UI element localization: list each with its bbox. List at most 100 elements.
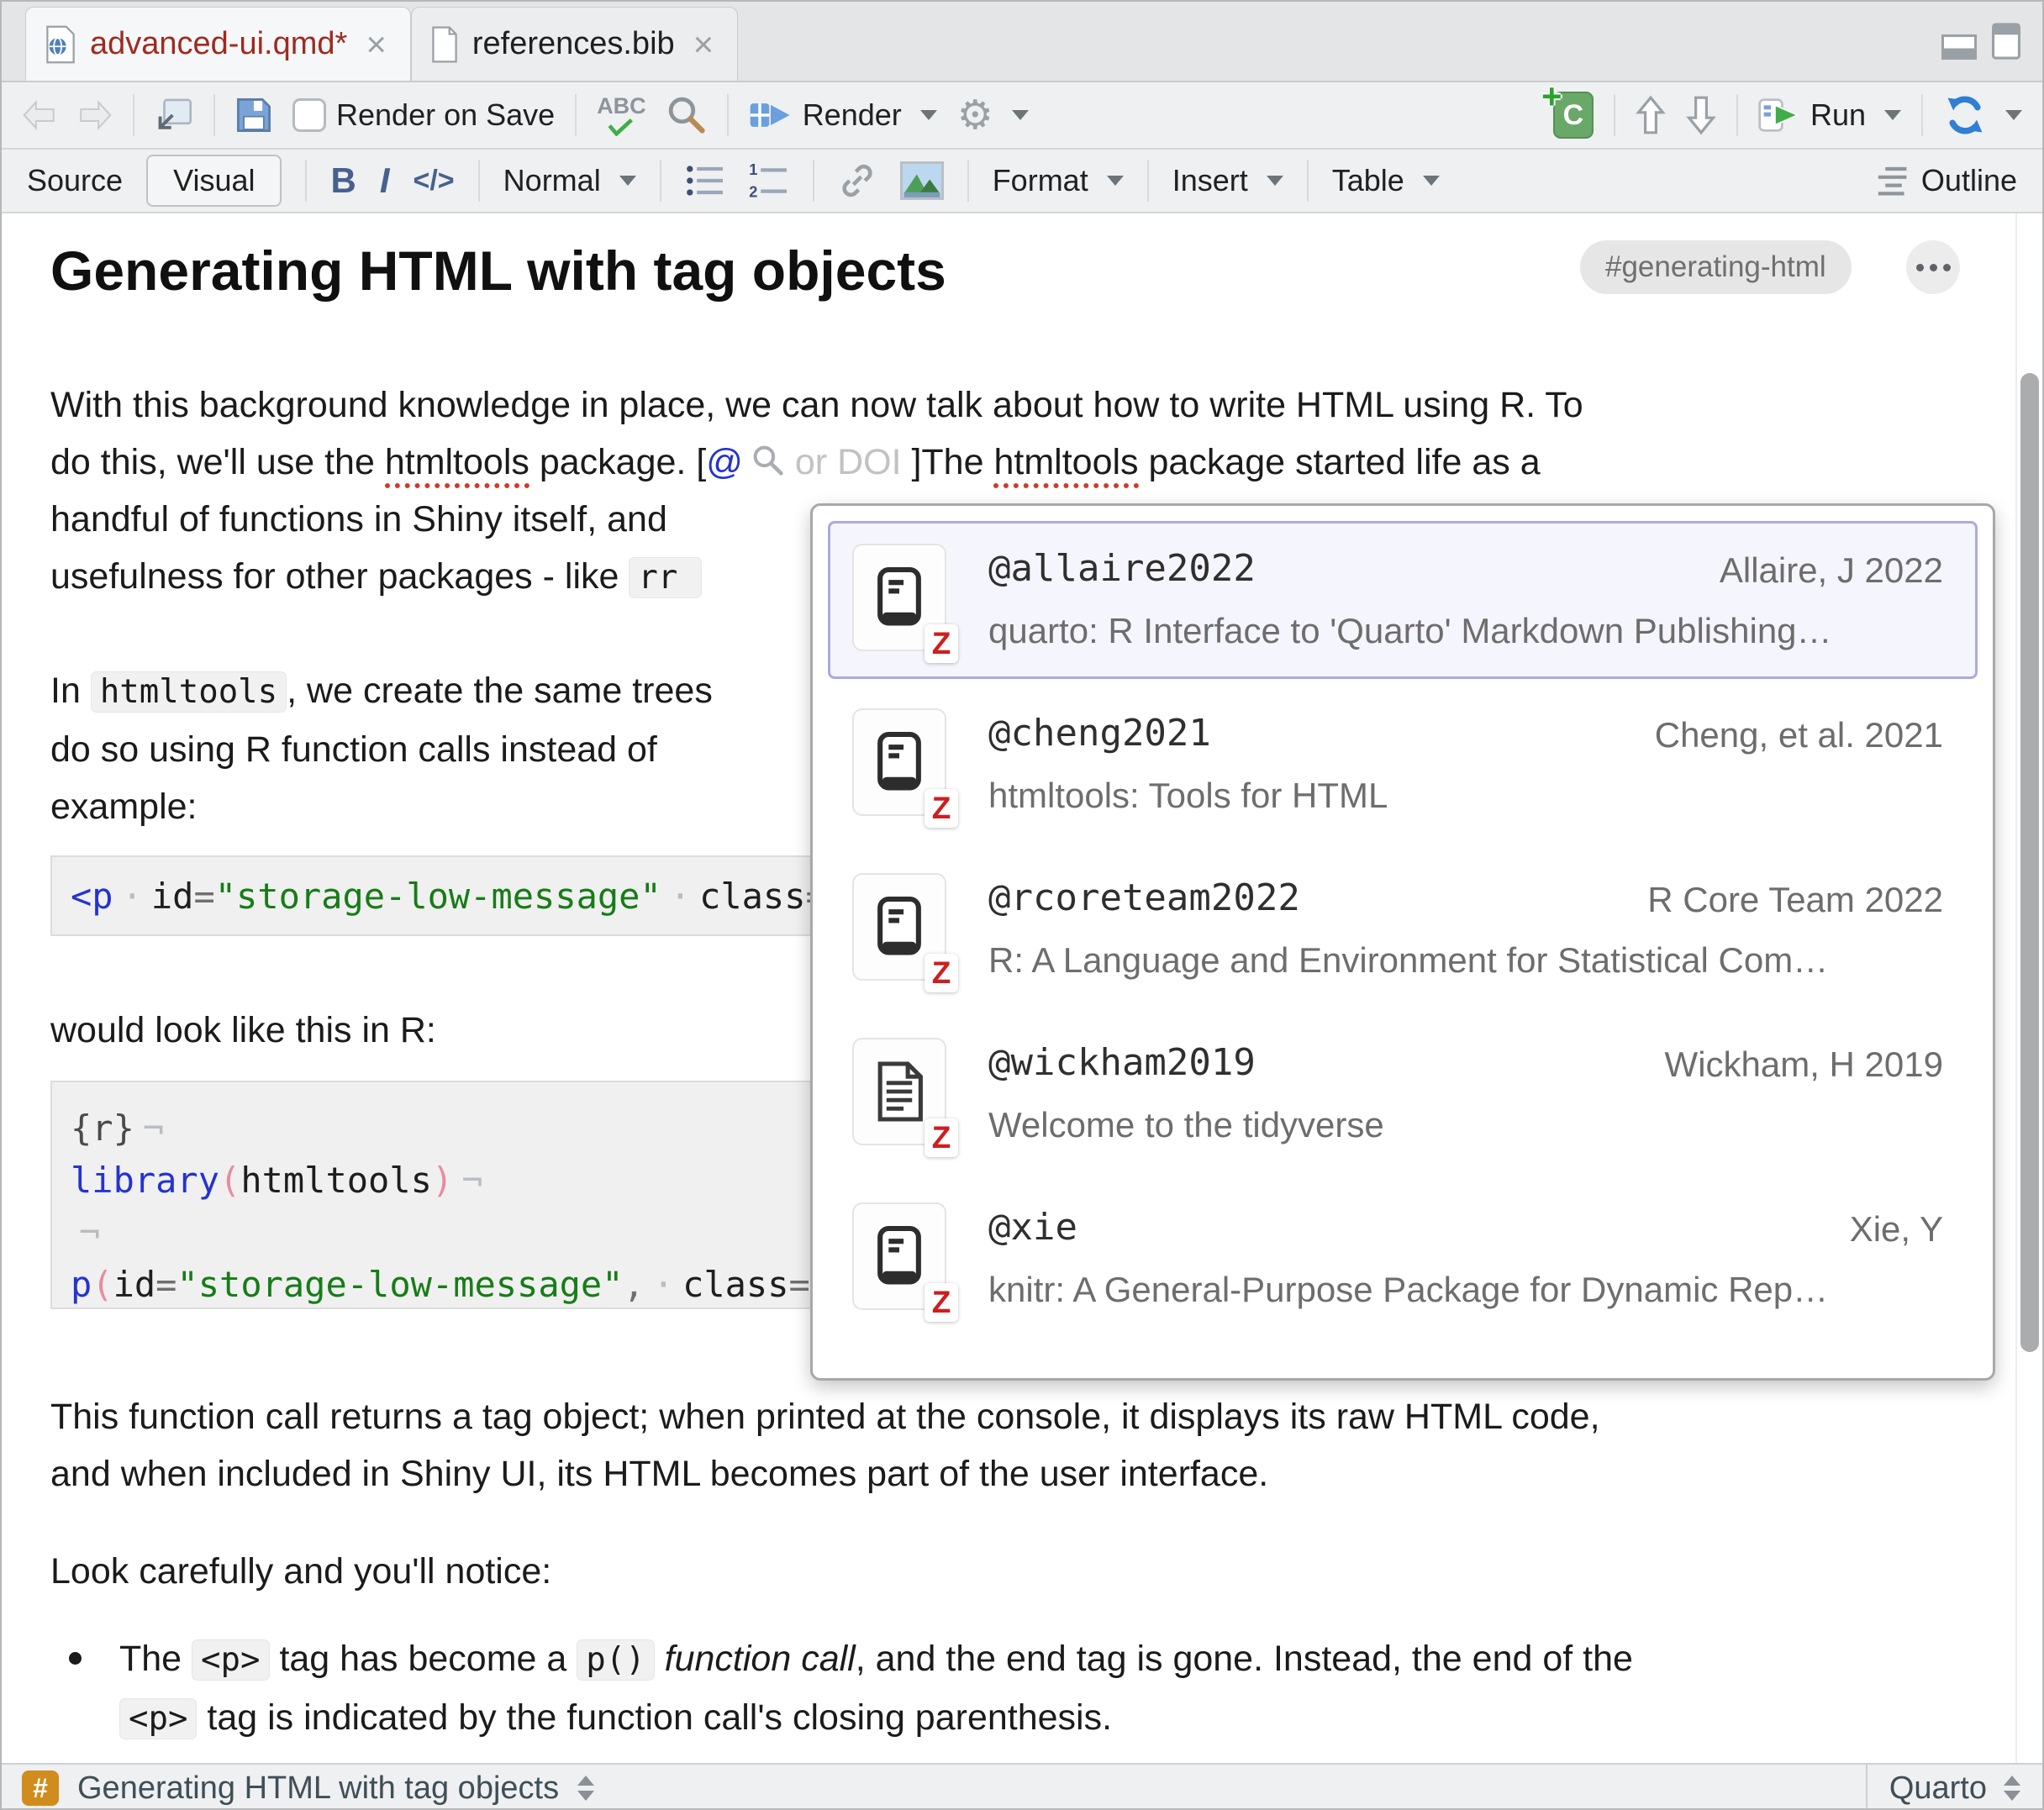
citation-item[interactable]: Z @rcoreteam2022 R Core Team 2022 R: A L… <box>828 850 1978 1008</box>
section-navigator[interactable]: # Generating HTML with tag objects <box>2 1771 1866 1807</box>
maximize-pane-icon[interactable] <box>1992 23 2020 60</box>
render-label: Render <box>803 97 902 133</box>
chevron-down-icon[interactable] <box>920 110 937 120</box>
citation-author: Allaire, J 2022 <box>1720 550 1943 591</box>
table-label: Table <box>1332 163 1404 198</box>
editor-tab-bar: advanced-ui.qmd* × references.bib × <box>2 2 2042 82</box>
reference-type-icon: Z <box>852 873 946 981</box>
tab-advanced-ui-qmd[interactable]: advanced-ui.qmd* × <box>25 7 411 81</box>
outline-label: Outline <box>1921 163 2017 198</box>
render-button[interactable]: Render <box>749 97 937 133</box>
divider <box>967 160 969 202</box>
render-on-save-checkbox[interactable] <box>292 98 326 132</box>
code-button[interactable]: </> <box>414 165 455 197</box>
numbered-list-icon[interactable]: 1 2 <box>749 163 789 198</box>
render-icon <box>749 97 793 133</box>
minimize-pane-icon[interactable] <box>1941 34 1977 60</box>
book-icon <box>872 894 927 960</box>
source-mode-button[interactable]: Source <box>27 163 123 198</box>
inline-code: p() <box>577 1639 654 1681</box>
gear-icon <box>957 95 993 135</box>
section-anchor-badge[interactable]: #generating-html <box>1580 240 1852 294</box>
format-menu[interactable]: Format <box>993 163 1124 198</box>
back-icon[interactable] <box>22 98 57 132</box>
bullet-marker <box>69 1652 82 1665</box>
more-options-button[interactable] <box>1906 240 1960 294</box>
paragraph-style-dropdown[interactable]: Normal <box>503 163 636 198</box>
reference-type-icon: Z <box>852 708 946 816</box>
pane-controls <box>1941 23 2020 60</box>
italic-button[interactable]: I <box>380 160 390 201</box>
italic-text: function call <box>665 1639 856 1679</box>
insert-chunk-button[interactable]: + C <box>1553 92 1594 139</box>
rerun-source-button[interactable] <box>1943 93 2022 137</box>
spellcheck-icon[interactable]: ABC <box>597 95 646 136</box>
misspelled-word: htmltools <box>385 442 529 488</box>
save-icon[interactable] <box>235 97 272 134</box>
citation-title: R: A Language and Environment for Statis… <box>988 940 1947 981</box>
reference-type-icon: Z <box>852 1038 946 1145</box>
visual-mode-button[interactable]: Visual <box>146 155 282 207</box>
citation-author: Xie, Y <box>1850 1209 1943 1250</box>
zotero-icon: Z <box>925 1118 958 1157</box>
book-icon <box>872 1223 927 1289</box>
format-selector-icon <box>2004 1776 2020 1801</box>
text-line: With this background knowledge in place,… <box>50 376 1583 434</box>
outline-toggle[interactable]: Outline <box>1876 163 2017 198</box>
citation-search-icon <box>751 444 785 477</box>
bold-button[interactable]: B <box>330 160 356 201</box>
book-icon <box>872 729 927 795</box>
close-icon[interactable]: × <box>693 28 714 61</box>
tab-references-bib[interactable]: references.bib × <box>411 7 738 81</box>
text-line: do this, we'll use the htmltools package… <box>50 434 1583 491</box>
inline-code: htmltools <box>91 671 287 713</box>
text-line: In htmltools, we create the same trees <box>50 662 713 721</box>
link-icon[interactable] <box>838 161 877 200</box>
divider <box>213 94 215 136</box>
run-previous-icon[interactable] <box>1636 95 1666 135</box>
heading-hash-icon: # <box>22 1771 59 1806</box>
open-in-new-window-icon[interactable] <box>155 97 193 134</box>
citation-author: R Core Team 2022 <box>1647 880 1943 920</box>
citation-at-marker: @ <box>706 442 743 482</box>
citation-author: Wickham, H 2019 <box>1665 1044 1943 1085</box>
format-selector-label: Quarto <box>1889 1771 1987 1807</box>
divider <box>813 160 814 202</box>
citation-item[interactable]: Z @allaire2022 Allaire, J 2022 quarto: R… <box>828 521 1978 679</box>
citation-item[interactable]: Z @xie Xie, Y knitr: A General-Purpose P… <box>828 1180 1978 1338</box>
quarto-file-icon <box>45 25 76 64</box>
search-icon[interactable] <box>666 95 707 135</box>
svg-text:1: 1 <box>749 163 757 178</box>
section-selector-icon <box>577 1776 594 1801</box>
tab-label: advanced-ui.qmd* <box>90 26 347 62</box>
citation-item[interactable]: Z @wickham2019 Wickham, H 2019 Welcome t… <box>828 1015 1978 1173</box>
bullet-item: The <p> tag has become a p() function ca… <box>50 1630 1633 1748</box>
bullet-list-icon[interactable] <box>685 163 725 198</box>
inline-code: rr <box>629 557 702 598</box>
table-menu[interactable]: Table <box>1332 163 1440 198</box>
run-button[interactable]: Run <box>1758 97 1901 134</box>
zotero-icon: Z <box>925 789 958 828</box>
settings-button[interactable] <box>957 95 1029 135</box>
scrollbar-thumb[interactable] <box>2020 373 2039 1352</box>
zotero-icon: Z <box>925 954 958 992</box>
chevron-down-icon <box>619 176 636 186</box>
run-label: Run <box>1810 97 1866 133</box>
page-title: Generating HTML with tag objects <box>50 239 946 303</box>
forward-icon[interactable] <box>77 98 113 132</box>
format-selector[interactable]: Quarto <box>1866 1765 2042 1810</box>
inline-code: <p> <box>192 1639 269 1681</box>
divider <box>575 94 577 136</box>
chevron-down-icon <box>1267 176 1283 186</box>
format-label: Format <box>993 163 1088 198</box>
insert-menu[interactable]: Insert <box>1172 163 1283 198</box>
book-icon <box>872 565 927 630</box>
citation-title: Welcome to the tidyverse <box>988 1105 1947 1145</box>
visual-editor-canvas[interactable]: Generating HTML with tag objects #genera… <box>2 213 2042 1763</box>
citation-item[interactable]: Z @cheng2021 Cheng, et al. 2021 htmltool… <box>828 686 1978 844</box>
citation-id: @allaire2022 <box>988 547 1256 590</box>
image-icon[interactable] <box>900 161 944 200</box>
close-icon[interactable]: × <box>366 28 387 61</box>
citation-title: htmltools: Tools for HTML <box>988 776 1947 816</box>
run-next-icon[interactable] <box>1686 95 1716 135</box>
